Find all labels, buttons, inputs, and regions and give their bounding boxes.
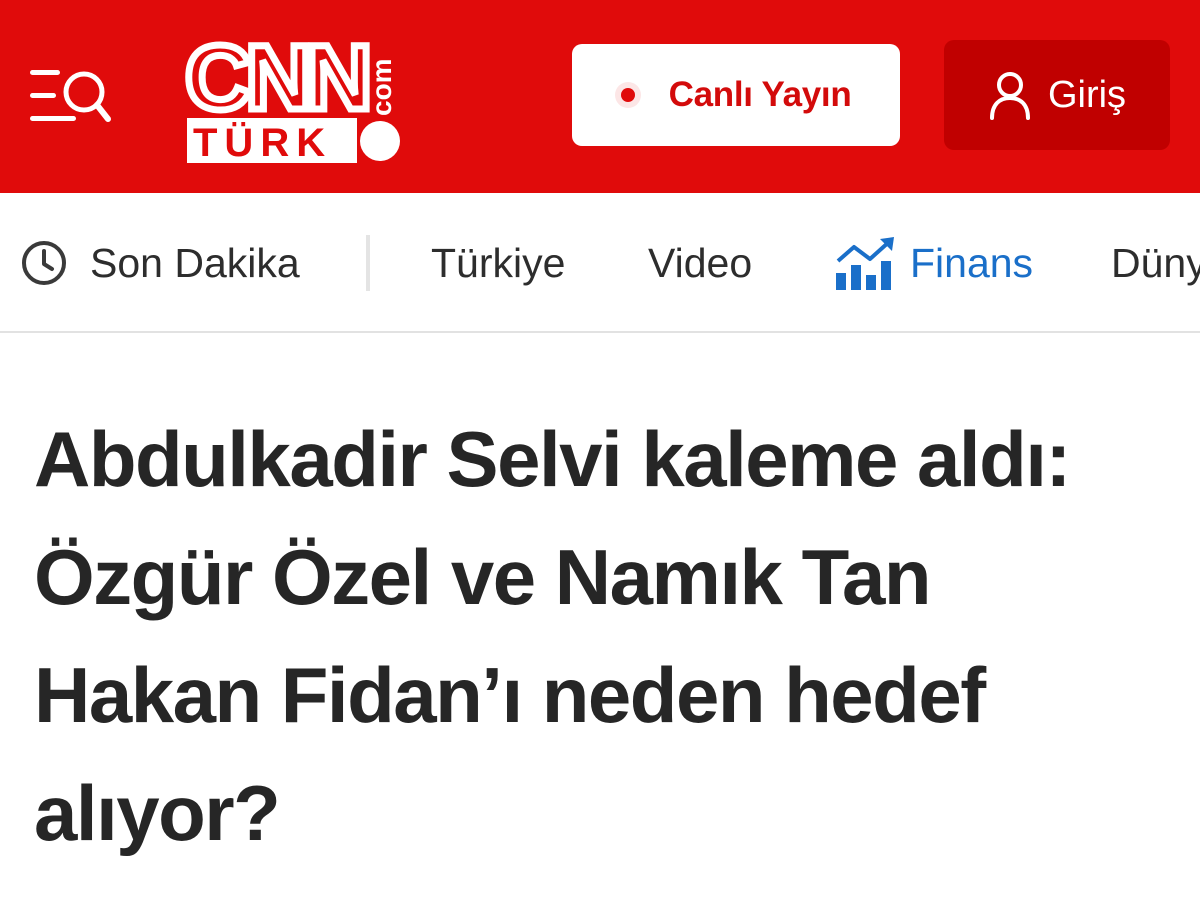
nav-item-video[interactable]: Video <box>648 193 753 331</box>
live-broadcast-label: Canlı Yayın <box>668 75 852 114</box>
nav-item-turkiye[interactable]: Türkiye <box>431 193 566 331</box>
logo-sub-text: TÜRK <box>193 120 332 165</box>
nav-item-label: Son Dakika <box>90 239 300 286</box>
nav-item-label: Türkiye <box>431 239 566 286</box>
logo-brand-text: CNN <box>185 27 367 129</box>
login-button[interactable]: Giriş <box>944 40 1170 150</box>
logo-dotcom-text: com <box>366 58 397 116</box>
live-dot-icon <box>620 88 635 102</box>
live-broadcast-button[interactable]: Canlı Yayın <box>572 44 900 146</box>
user-icon <box>989 72 1030 120</box>
menu-search-button[interactable] <box>28 62 118 132</box>
nav-item-label: Dünya <box>1111 239 1200 286</box>
nav-item-label: Video <box>648 239 753 286</box>
site-header: CNN TÜRK com Canlı Yayın Giriş <box>0 0 1200 193</box>
nav-item-dunya[interactable]: Dünya <box>1111 193 1200 331</box>
clock-icon <box>22 241 66 285</box>
logo-dot <box>360 121 400 161</box>
finance-chart-icon <box>836 237 894 290</box>
nav-divider <box>366 235 370 291</box>
nav-item-son-dakika[interactable]: Son Dakika <box>20 193 300 331</box>
nav-item-label: Finans <box>910 239 1034 286</box>
cnn-turk-logo[interactable]: CNN TÜRK com <box>182 24 413 169</box>
category-nav: Son Dakika Türkiye Video Finans Dünya <box>0 193 1200 333</box>
article-headline: Abdulkadir Selvi kaleme aldı: Özgür Özel… <box>34 415 1071 857</box>
nav-item-finans[interactable]: Finans <box>834 193 1034 331</box>
login-label: Giriş <box>1047 73 1127 116</box>
menu-search-icon <box>30 70 111 122</box>
logo-graphic: CNN TÜRK com <box>182 24 400 165</box>
